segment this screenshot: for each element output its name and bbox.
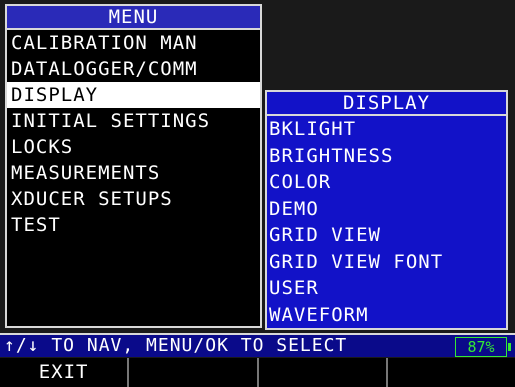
display-submenu: DISPLAY BKLIGHT BRIGHTNESS COLOR DEMO GR… bbox=[265, 90, 508, 330]
menu-item-test[interactable]: TEST bbox=[7, 212, 260, 238]
submenu-item-waveform[interactable]: WAVEFORM bbox=[267, 302, 506, 329]
menu-item-xducer-setups[interactable]: XDUCER SETUPS bbox=[7, 186, 260, 212]
softkey-exit[interactable]: EXIT bbox=[0, 358, 130, 387]
softkey-4[interactable] bbox=[387, 358, 515, 387]
softkey-3[interactable] bbox=[258, 358, 388, 387]
submenu-item-color[interactable]: COLOR bbox=[267, 169, 506, 196]
softkey-2[interactable] bbox=[129, 358, 259, 387]
device-screen: MENU CALIBRATION MAN DATALOGGER/COMM DIS… bbox=[0, 0, 515, 387]
battery-indicator: 87% bbox=[455, 337, 511, 357]
submenu-item-user[interactable]: USER bbox=[267, 275, 506, 302]
menu-item-calibration-man[interactable]: CALIBRATION MAN bbox=[7, 30, 260, 56]
submenu-item-demo[interactable]: DEMO bbox=[267, 196, 506, 223]
menu-item-display[interactable]: DISPLAY bbox=[7, 82, 260, 108]
softkey-bar: EXIT bbox=[0, 358, 515, 387]
menu-item-measurements[interactable]: MEASUREMENTS bbox=[7, 160, 260, 186]
status-bar: ↑/↓ TO NAV, MENU/OK TO SELECT 87% bbox=[0, 333, 515, 357]
submenu-item-bklight[interactable]: BKLIGHT bbox=[267, 116, 506, 143]
submenu-item-grid-view[interactable]: GRID VIEW bbox=[267, 222, 506, 249]
submenu-title: DISPLAY bbox=[267, 92, 506, 116]
submenu-item-brightness[interactable]: BRIGHTNESS bbox=[267, 143, 506, 170]
menu-item-locks[interactable]: LOCKS bbox=[7, 134, 260, 160]
submenu-item-grid-view-font[interactable]: GRID VIEW FONT bbox=[267, 249, 506, 276]
menu-item-datalogger-comm[interactable]: DATALOGGER/COMM bbox=[7, 56, 260, 82]
nav-hint-text: ↑/↓ TO NAV, MENU/OK TO SELECT bbox=[4, 335, 348, 356]
main-menu-title: MENU bbox=[7, 6, 260, 30]
menu-item-initial-settings[interactable]: INITIAL SETTINGS bbox=[7, 108, 260, 134]
main-menu: MENU CALIBRATION MAN DATALOGGER/COMM DIS… bbox=[5, 4, 262, 328]
